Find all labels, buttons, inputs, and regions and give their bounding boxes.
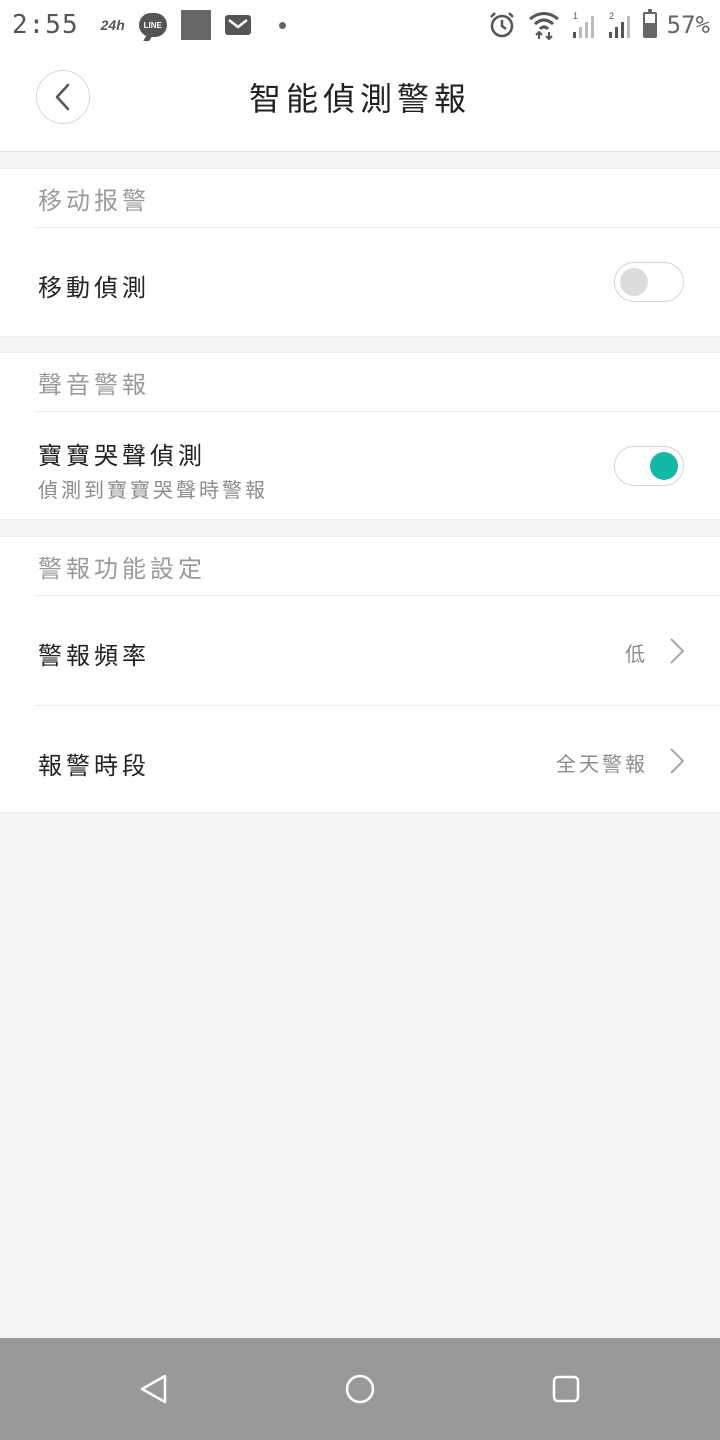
chevron-right-icon (670, 638, 685, 664)
alert-schedule-label: 報警時段 (38, 752, 150, 780)
gmail-icon (224, 15, 251, 35)
nav-recents-icon[interactable] (549, 1372, 583, 1406)
row-baby-cry-detection[interactable]: 寶寶哭聲偵測 偵測到寶寶哭聲時警報 (36, 411, 720, 520)
chevron-right-icon (670, 748, 685, 774)
section-title-sound: 聲音警報 (38, 370, 150, 399)
section-alert-settings: 警報功能設定 警報頻率 低 報警時段 全天警報 (0, 536, 720, 813)
status-time: 2:55 (12, 10, 79, 40)
motion-detection-label: 移動偵測 (38, 274, 150, 302)
status-bar: 2:55 24h LINE 1 2 57% (0, 0, 720, 50)
baby-cry-description: 偵測到寶寶哭聲時警報 (38, 478, 268, 502)
toggle-knob (650, 452, 678, 480)
app-notification-icon (180, 10, 211, 40)
baby-cry-label: 寶寶哭聲偵測 (38, 442, 206, 470)
nav-back-icon[interactable] (137, 1372, 171, 1406)
section-title-alert-settings: 警報功能設定 (38, 554, 206, 583)
section-motion-alarm: 移动报警 移動偵測 (0, 168, 720, 337)
signal-sim2-icon: 2 (608, 11, 630, 38)
more-notifications-dot-icon (278, 21, 286, 29)
battery-percent: 57% (666, 11, 710, 39)
row-motion-detection[interactable]: 移動偵測 (36, 227, 720, 337)
battery-icon (642, 9, 657, 38)
alert-frequency-label: 警報頻率 (38, 642, 150, 670)
signal-sim1-icon: 1 (572, 11, 594, 38)
system-navigation-bar (0, 1338, 720, 1440)
section-sound-alarm: 聲音警報 寶寶哭聲偵測 偵測到寶寶哭聲時警報 (0, 352, 720, 520)
row-alert-schedule[interactable]: 報警時段 全天警報 (36, 705, 720, 814)
alarm-clock-icon (489, 12, 514, 38)
alert-frequency-value: 低 (625, 642, 648, 666)
wifi-icon (528, 12, 559, 40)
line-app-icon: LINE (138, 13, 167, 37)
24h-indicator-icon: 24h (100, 17, 125, 33)
svg-text:2: 2 (609, 11, 614, 21)
nav-home-icon[interactable] (343, 1372, 377, 1406)
page-title: 智能偵測警報 (248, 80, 471, 118)
row-alert-frequency[interactable]: 警報頻率 低 (36, 595, 720, 705)
app-header: 智能偵測警報 (0, 50, 720, 152)
motion-detection-toggle[interactable] (614, 262, 684, 302)
baby-cry-toggle[interactable] (614, 446, 684, 486)
alert-schedule-value: 全天警報 (556, 752, 648, 776)
toggle-knob (620, 268, 648, 296)
section-title-motion: 移动报警 (38, 186, 150, 215)
svg-text:1: 1 (573, 11, 578, 21)
